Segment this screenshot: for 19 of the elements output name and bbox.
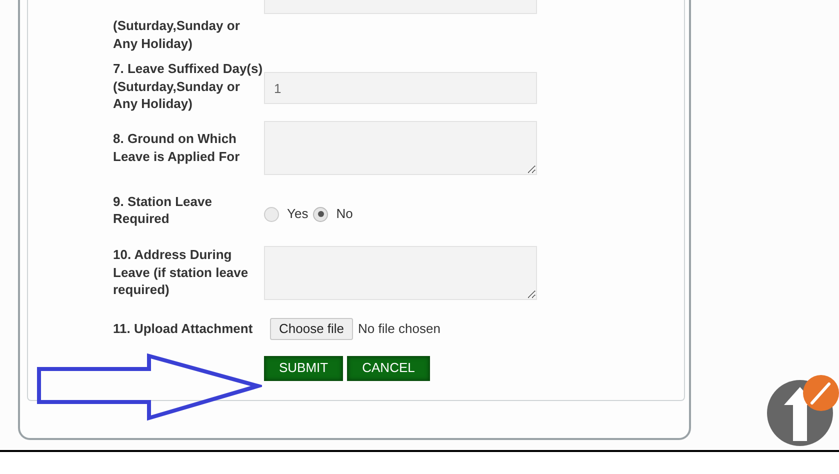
text-area[interactable] xyxy=(264,246,537,300)
input-field[interactable]: 1 xyxy=(264,72,537,104)
radio-label: Yes xyxy=(287,205,308,224)
text-area[interactable] xyxy=(264,120,537,174)
field-label: 8. Ground on Which Leave is Applied For xyxy=(113,130,241,165)
cancel-button[interactable]: CANCEL xyxy=(347,356,430,380)
radio-button[interactable] xyxy=(264,206,279,222)
field-label: 9. Station Leave Required xyxy=(113,192,213,228)
field-label: 10. Address During Leave (if station leave required) xyxy=(113,246,250,299)
submit-button[interactable]: SUBMIT xyxy=(264,356,344,380)
file-status: No file chosen xyxy=(358,320,440,338)
input-field[interactable] xyxy=(264,0,537,14)
field-label: 11. Upload Attachment xyxy=(113,320,254,338)
choose-file-button[interactable]: Choose file xyxy=(270,318,354,340)
field-label: 7. Leave Suffixed Day(s) (Suturday,Sunday or Any Holiday) xyxy=(113,60,263,112)
radio-button[interactable] xyxy=(313,206,328,222)
field-label: (Suturday,Sunday or Any Holiday) xyxy=(113,17,241,52)
upload-icon[interactable] xyxy=(766,373,839,447)
radio-label: No xyxy=(336,205,353,224)
